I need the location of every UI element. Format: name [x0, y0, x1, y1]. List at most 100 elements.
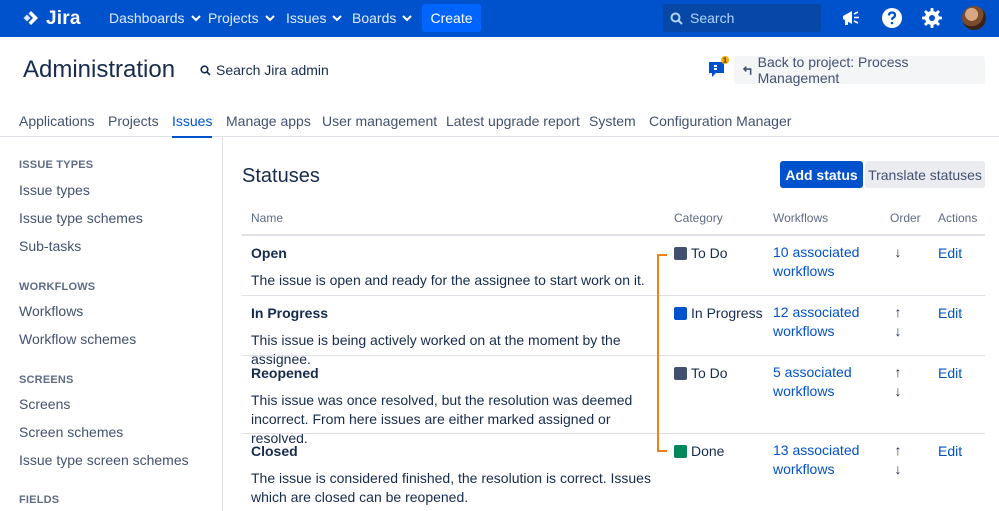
top-navigation-bar: Jira Dashboards Projects Issues Boards C…	[0, 0, 999, 37]
column-header-category: Category	[674, 211, 723, 225]
add-status-button[interactable]: Add status	[780, 161, 863, 188]
category-label: Done	[691, 443, 725, 459]
tab-manage-apps[interactable]: Manage apps	[226, 113, 311, 129]
settings-gear-icon[interactable]	[921, 7, 943, 29]
feedback-badge-count: 1	[723, 58, 727, 65]
tab-configuration-manager[interactable]: Configuration Manager	[649, 113, 791, 129]
tab-system[interactable]: System	[589, 113, 636, 129]
global-search[interactable]	[663, 4, 821, 32]
admin-sidebar: ISSUE TYPES Issue types Issue type schem…	[0, 137, 223, 511]
status-category: To Do	[674, 245, 728, 261]
nav-dashboards[interactable]: Dashboards	[109, 10, 201, 26]
move-down-arrow-icon[interactable]: ↓	[891, 460, 905, 479]
sidebar-item-workflows[interactable]: Workflows	[19, 303, 83, 319]
create-button[interactable]: Create	[422, 4, 481, 32]
order-controls: ↑ ↓	[891, 441, 905, 479]
chevron-down-icon	[264, 15, 275, 22]
translate-statuses-button[interactable]: Translate statuses	[865, 161, 985, 188]
row-divider	[242, 433, 985, 434]
annotation-bracket	[657, 254, 667, 452]
chevron-down-icon	[190, 15, 201, 22]
admin-search-link[interactable]: Search Jira admin	[200, 62, 329, 78]
column-header-actions: Actions	[938, 211, 978, 225]
admin-search-label: Search Jira admin	[216, 62, 329, 78]
status-name: Reopened	[251, 365, 319, 381]
sidebar-item-workflow-schemes[interactable]: Workflow schemes	[19, 331, 136, 347]
megaphone-icon[interactable]	[840, 7, 862, 29]
order-controls: ↑ ↓	[891, 363, 905, 401]
nav-projects-label: Projects	[208, 10, 259, 26]
status-name: In Progress	[251, 305, 329, 321]
chevron-down-icon	[402, 15, 413, 22]
tab-projects[interactable]: Projects	[108, 113, 159, 129]
associated-workflows-link[interactable]: 5 associated workflows	[773, 363, 873, 401]
column-header-name: Name	[251, 211, 284, 225]
column-header-workflows: Workflows	[773, 211, 829, 225]
sidebar-item-screen-schemes[interactable]: Screen schemes	[19, 424, 123, 440]
status-description: This issue was once resolved, but the re…	[251, 392, 633, 446]
sidebar-heading-screens: SCREENS	[19, 374, 74, 386]
order-controls: ↑ ↓	[891, 303, 905, 341]
category-color-swatch	[674, 444, 687, 458]
order-controls: ↓	[891, 243, 905, 262]
edit-link[interactable]: Edit	[938, 245, 962, 261]
tab-latest-upgrade-report[interactable]: Latest upgrade report	[446, 113, 580, 129]
back-to-project-button[interactable]: Back to project: Process Management	[734, 54, 985, 86]
move-down-arrow-icon[interactable]: ↓	[891, 243, 905, 262]
row-divider	[242, 295, 985, 296]
page-title: Administration	[23, 56, 176, 83]
section-title: Statuses	[242, 165, 320, 187]
jira-logo[interactable]: Jira	[22, 8, 81, 30]
workflows-count-text: 13 associated	[773, 442, 860, 458]
category-label: In Progress	[691, 305, 763, 321]
move-up-arrow-icon[interactable]: ↑	[891, 441, 905, 460]
status-category: Done	[674, 443, 724, 459]
nav-boards-label: Boards	[352, 10, 397, 26]
nav-issues[interactable]: Issues	[286, 10, 343, 26]
category-color-swatch	[674, 306, 687, 320]
jira-logo-icon	[23, 11, 38, 25]
table-header-divider	[242, 234, 985, 236]
sidebar-item-sub-tasks[interactable]: Sub-tasks	[19, 238, 81, 254]
search-icon	[200, 64, 211, 76]
feedback-notification-icon[interactable]: 1	[707, 56, 731, 80]
move-down-arrow-icon[interactable]: ↓	[891, 322, 905, 341]
row-divider	[242, 355, 985, 356]
back-arrow-icon	[742, 65, 752, 75]
back-to-project-label: Back to project: Process Management	[757, 54, 909, 86]
sidebar-item-issue-types[interactable]: Issue types	[19, 182, 90, 198]
status-category: To Do	[674, 365, 728, 381]
sidebar-item-issue-type-schemes[interactable]: Issue type schemes	[19, 210, 143, 226]
category-color-swatch	[674, 246, 687, 260]
tab-issues[interactable]: Issues	[172, 113, 213, 138]
edit-link[interactable]: Edit	[938, 305, 962, 321]
column-header-order: Order	[890, 211, 921, 225]
sidebar-item-issue-type-screen-schemes[interactable]: Issue type screen schemes	[19, 452, 189, 468]
move-down-arrow-icon[interactable]: ↓	[891, 382, 905, 401]
admin-tabs: Applications Projects Issues Manage apps…	[0, 104, 999, 138]
move-up-arrow-icon[interactable]: ↑	[891, 303, 905, 322]
workflows-count-text: 12 associated	[773, 304, 860, 320]
help-icon[interactable]	[881, 7, 903, 29]
search-input[interactable]	[690, 10, 810, 26]
nav-projects[interactable]: Projects	[208, 10, 275, 26]
nav-dashboards-label: Dashboards	[109, 10, 185, 26]
edit-link[interactable]: Edit	[938, 443, 962, 459]
category-color-swatch	[674, 366, 687, 380]
nav-issues-label: Issues	[286, 10, 327, 26]
tab-user-management[interactable]: User management	[322, 113, 437, 129]
user-avatar[interactable]	[962, 6, 986, 30]
nav-boards[interactable]: Boards	[352, 10, 413, 26]
associated-workflows-link[interactable]: 10 associated workflows	[773, 243, 873, 281]
workflows-count-text: 10 associated	[773, 244, 860, 260]
sidebar-heading-workflows: WORKFLOWS	[19, 281, 96, 293]
sidebar-item-screens[interactable]: Screens	[19, 396, 70, 412]
workflows-word: workflows	[773, 461, 835, 477]
associated-workflows-link[interactable]: 13 associated workflows	[773, 441, 873, 479]
jira-logo-text: Jira	[46, 8, 81, 29]
move-up-arrow-icon[interactable]: ↑	[891, 363, 905, 382]
associated-workflows-link[interactable]: 12 associated workflows	[773, 303, 873, 341]
edit-link[interactable]: Edit	[938, 365, 962, 381]
status-description: The issue is open and ready for the assi…	[251, 272, 645, 288]
tab-applications[interactable]: Applications	[19, 113, 95, 129]
